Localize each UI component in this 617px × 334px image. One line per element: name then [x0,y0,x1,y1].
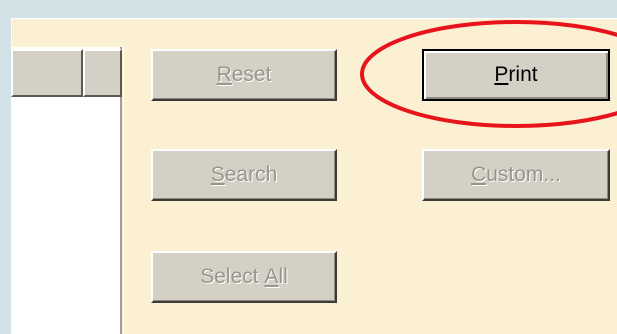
select-all-mnemonic: A [264,265,279,288]
custom-label-rest: ustom... [486,163,561,186]
column-header-1[interactable] [11,49,83,97]
select-all-label-rest: ll [278,265,288,288]
reset-button[interactable]: Reset [151,49,337,101]
reset-mnemonic: R [216,63,232,86]
search-mnemonic: S [210,163,225,186]
print-button[interactable]: Print [422,49,610,101]
custom-button[interactable]: Custom... [422,149,610,201]
select-all-label-prefix: Select [200,265,265,288]
search-button[interactable]: Search [151,149,337,201]
list-header [11,49,122,97]
column-header-2[interactable] [83,49,122,97]
select-all-button[interactable]: Select All [151,251,337,303]
custom-mnemonic: C [471,163,487,186]
print-mnemonic: P [494,63,509,86]
print-label-rest: rint [508,63,538,86]
reset-label-rest: eset [231,63,272,86]
search-label-rest: earch [224,163,278,186]
